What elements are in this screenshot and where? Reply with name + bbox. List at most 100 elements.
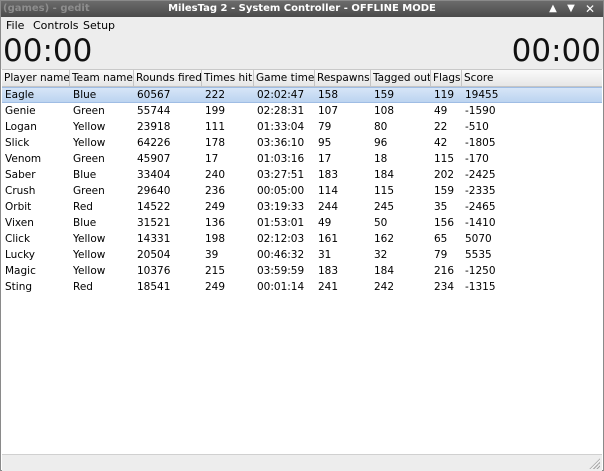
table-header: Player name Team name Rounds fired Times… (2, 70, 602, 87)
cell-time: 02:02:47 (257, 89, 305, 101)
column-header-times-hit[interactable]: Times hit (202, 70, 254, 86)
table-row[interactable]: Slick Yellow 64226 178 03:36:10 95 96 42… (2, 135, 602, 151)
table-row[interactable]: Magic Yellow 10376 215 03:59:59 183 184 … (2, 263, 602, 279)
cell-rounds: 14331 (137, 233, 171, 245)
menu-controls[interactable]: Controls (31, 18, 81, 33)
column-header-team-name[interactable]: Team name (70, 70, 134, 86)
cell-rounds: 60567 (137, 89, 171, 101)
column-header-tagged-out[interactable]: Tagged out (371, 70, 431, 86)
cell-rounds: 18541 (137, 281, 171, 293)
cell-player: Orbit (5, 201, 32, 213)
column-header-flags[interactable]: Flags (431, 70, 462, 86)
table-row[interactable]: Eagle Blue 60567 222 02:02:47 158 159 11… (2, 87, 602, 103)
table-row[interactable]: Genie Green 55744 199 02:28:31 107 108 4… (2, 103, 602, 119)
cell-time: 03:36:10 (257, 137, 305, 149)
cell-player: Venom (5, 153, 42, 165)
cell-respawns: 79 (318, 121, 332, 133)
cell-score: 5070 (465, 233, 492, 245)
cell-flags: 202 (434, 169, 455, 181)
cell-flags: 65 (434, 233, 448, 245)
cell-score: -2465 (465, 201, 496, 213)
cell-tagged: 96 (374, 137, 388, 149)
cell-respawns: 17 (318, 153, 332, 165)
cell-team: Red (73, 201, 93, 213)
menu-setup[interactable]: Setup (81, 18, 117, 33)
cell-time: 03:27:51 (257, 169, 305, 181)
cell-respawns: 114 (318, 185, 339, 197)
cell-rounds: 23918 (137, 121, 171, 133)
cell-tagged: 80 (374, 121, 388, 133)
table-row[interactable]: Venom Green 45907 17 01:03:16 17 18 115 … (2, 151, 602, 167)
cell-hits: 178 (205, 137, 226, 149)
cell-rounds: 29640 (137, 185, 171, 197)
cell-score: -1315 (465, 281, 496, 293)
cell-respawns: 161 (318, 233, 339, 245)
column-header-player-name[interactable]: Player name (2, 70, 70, 86)
cell-player: Genie (5, 105, 36, 117)
cell-flags: 115 (434, 153, 455, 165)
cell-player: Vixen (5, 217, 34, 229)
table-row[interactable]: Saber Blue 33404 240 03:27:51 183 184 20… (2, 167, 602, 183)
cell-tagged: 184 (374, 169, 395, 181)
cell-respawns: 183 (318, 169, 339, 181)
cell-time: 03:19:33 (257, 201, 305, 213)
cell-hits: 111 (205, 121, 226, 133)
cell-hits: 240 (205, 169, 226, 181)
player-stats-table: Player name Team name Rounds fired Times… (2, 69, 602, 455)
cell-score: -1410 (465, 217, 496, 229)
table-row[interactable]: Orbit Red 14522 249 03:19:33 244 245 35 … (2, 199, 602, 215)
cell-score: -2425 (465, 169, 496, 181)
column-header-respawns[interactable]: Respawns (315, 70, 371, 86)
menu-bar: File Controls Setup (1, 17, 603, 34)
raise-window-button[interactable]: ▲ (546, 2, 560, 16)
cell-score: 19455 (465, 89, 499, 101)
cell-rounds: 20504 (137, 249, 171, 261)
cell-respawns: 183 (318, 265, 339, 277)
game-timer-right: 00:00 (511, 33, 601, 69)
cell-flags: 234 (434, 281, 455, 293)
cell-score: -2335 (465, 185, 496, 197)
cell-flags: 159 (434, 185, 455, 197)
cell-player: Click (5, 233, 31, 245)
game-timer-left: 00:00 (3, 33, 93, 69)
table-row[interactable]: Crush Green 29640 236 00:05:00 114 115 1… (2, 183, 602, 199)
window-title: MilesTag 2 - System Controller - OFFLINE… (168, 3, 436, 14)
cell-player: Eagle (5, 89, 35, 101)
cell-hits: 249 (205, 281, 226, 293)
close-window-button[interactable]: ✕ (583, 2, 597, 16)
cell-flags: 35 (434, 201, 448, 213)
cell-time: 01:03:16 (257, 153, 305, 165)
resize-grip-icon[interactable] (588, 457, 600, 469)
cell-hits: 236 (205, 185, 226, 197)
column-header-rounds-fired[interactable]: Rounds fired (134, 70, 202, 86)
column-header-score[interactable]: Score (462, 70, 602, 86)
cell-tagged: 18 (374, 153, 388, 165)
status-bar (2, 454, 602, 471)
cell-score: -1590 (465, 105, 496, 117)
title-bar[interactable]: (games) - gedit MilesTag 2 - System Cont… (1, 1, 603, 17)
cell-tagged: 184 (374, 265, 395, 277)
cell-team: Blue (73, 217, 97, 229)
table-row[interactable]: Lucky Yellow 20504 39 00:46:32 31 32 79 … (2, 247, 602, 263)
table-row[interactable]: Click Yellow 14331 198 02:12:03 161 162 … (2, 231, 602, 247)
cell-score: 5535 (465, 249, 492, 261)
column-header-game-time[interactable]: Game time (254, 70, 315, 86)
table-row[interactable]: Logan Yellow 23918 111 01:33:04 79 80 22… (2, 119, 602, 135)
cell-player: Logan (5, 121, 37, 133)
cell-player: Saber (5, 169, 36, 181)
menu-file[interactable]: File (4, 18, 26, 33)
cell-rounds: 64226 (137, 137, 171, 149)
cell-rounds: 55744 (137, 105, 171, 117)
cell-rounds: 45907 (137, 153, 171, 165)
cell-score: -510 (465, 121, 489, 133)
cell-respawns: 49 (318, 217, 332, 229)
cell-player: Crush (5, 185, 36, 197)
table-row[interactable]: Sting Red 18541 249 00:01:14 241 242 234… (2, 279, 602, 295)
table-row[interactable]: Vixen Blue 31521 136 01:53:01 49 50 156 … (2, 215, 602, 231)
cell-respawns: 107 (318, 105, 339, 117)
cell-respawns: 158 (318, 89, 339, 101)
minimize-window-button[interactable]: ▼ (564, 2, 578, 16)
cell-hits: 198 (205, 233, 226, 245)
cell-player: Lucky (5, 249, 36, 261)
cell-team: Yellow (73, 265, 106, 277)
